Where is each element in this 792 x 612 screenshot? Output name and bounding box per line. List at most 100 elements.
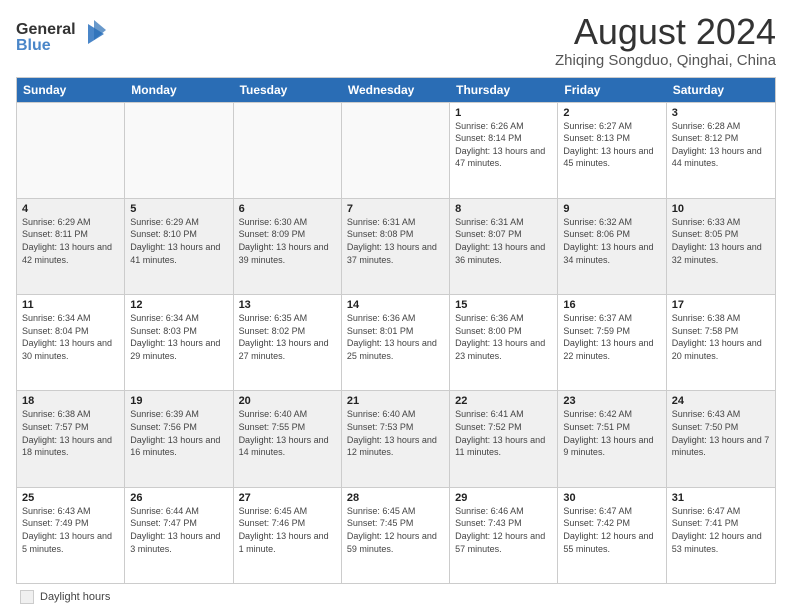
day-number: 16 [563, 299, 660, 311]
day-cell: 2Sunrise: 6:27 AM Sunset: 8:13 PM Daylig… [558, 103, 666, 198]
day-info: Sunrise: 6:37 AM Sunset: 7:59 PM Dayligh… [563, 312, 660, 362]
day-cell [342, 103, 450, 198]
day-number: 3 [672, 107, 770, 119]
day-header-friday: Friday [558, 78, 666, 102]
day-info: Sunrise: 6:39 AM Sunset: 7:56 PM Dayligh… [130, 408, 227, 458]
day-header-thursday: Thursday [450, 78, 558, 102]
day-number: 5 [130, 203, 227, 215]
day-number: 19 [130, 395, 227, 407]
svg-text:General: General [16, 21, 76, 38]
day-number: 15 [455, 299, 552, 311]
day-info: Sunrise: 6:43 AM Sunset: 7:49 PM Dayligh… [22, 505, 119, 555]
day-cell: 12Sunrise: 6:34 AM Sunset: 8:03 PM Dayli… [125, 295, 233, 390]
day-number: 25 [22, 492, 119, 504]
day-info: Sunrise: 6:47 AM Sunset: 7:42 PM Dayligh… [563, 505, 660, 555]
day-number: 26 [130, 492, 227, 504]
day-number: 10 [672, 203, 770, 215]
day-cell: 17Sunrise: 6:38 AM Sunset: 7:58 PM Dayli… [667, 295, 775, 390]
day-number: 29 [455, 492, 552, 504]
day-cell: 8Sunrise: 6:31 AM Sunset: 8:07 PM Daylig… [450, 199, 558, 294]
day-number: 11 [22, 299, 119, 311]
day-number: 24 [672, 395, 770, 407]
day-info: Sunrise: 6:26 AM Sunset: 8:14 PM Dayligh… [455, 120, 552, 170]
day-cell: 10Sunrise: 6:33 AM Sunset: 8:05 PM Dayli… [667, 199, 775, 294]
day-info: Sunrise: 6:45 AM Sunset: 7:46 PM Dayligh… [239, 505, 336, 555]
day-number: 28 [347, 492, 444, 504]
day-info: Sunrise: 6:29 AM Sunset: 8:11 PM Dayligh… [22, 216, 119, 266]
day-info: Sunrise: 6:32 AM Sunset: 8:06 PM Dayligh… [563, 216, 660, 266]
header: General Blue August 2024 Zhiqing Songduo… [16, 12, 776, 69]
day-info: Sunrise: 6:40 AM Sunset: 7:55 PM Dayligh… [239, 408, 336, 458]
day-number: 7 [347, 203, 444, 215]
day-cell: 28Sunrise: 6:45 AM Sunset: 7:45 PM Dayli… [342, 488, 450, 583]
day-info: Sunrise: 6:31 AM Sunset: 8:08 PM Dayligh… [347, 216, 444, 266]
day-info: Sunrise: 6:47 AM Sunset: 7:41 PM Dayligh… [672, 505, 770, 555]
day-cell: 29Sunrise: 6:46 AM Sunset: 7:43 PM Dayli… [450, 488, 558, 583]
day-cell: 13Sunrise: 6:35 AM Sunset: 8:02 PM Dayli… [234, 295, 342, 390]
calendar: SundayMondayTuesdayWednesdayThursdayFrid… [16, 77, 776, 584]
day-info: Sunrise: 6:36 AM Sunset: 8:00 PM Dayligh… [455, 312, 552, 362]
day-info: Sunrise: 6:34 AM Sunset: 8:04 PM Dayligh… [22, 312, 119, 362]
weeks-container: 1Sunrise: 6:26 AM Sunset: 8:14 PM Daylig… [17, 102, 775, 583]
day-number: 12 [130, 299, 227, 311]
day-number: 23 [563, 395, 660, 407]
week-row-5: 25Sunrise: 6:43 AM Sunset: 7:49 PM Dayli… [17, 487, 775, 583]
day-cell: 18Sunrise: 6:38 AM Sunset: 7:57 PM Dayli… [17, 391, 125, 486]
day-number: 1 [455, 107, 552, 119]
day-number: 2 [563, 107, 660, 119]
day-info: Sunrise: 6:28 AM Sunset: 8:12 PM Dayligh… [672, 120, 770, 170]
svg-text:Blue: Blue [16, 37, 51, 54]
day-header-wednesday: Wednesday [342, 78, 450, 102]
day-info: Sunrise: 6:45 AM Sunset: 7:45 PM Dayligh… [347, 505, 444, 555]
day-info: Sunrise: 6:38 AM Sunset: 7:58 PM Dayligh… [672, 312, 770, 362]
day-cell: 26Sunrise: 6:44 AM Sunset: 7:47 PM Dayli… [125, 488, 233, 583]
day-cell: 20Sunrise: 6:40 AM Sunset: 7:55 PM Dayli… [234, 391, 342, 486]
day-cell: 4Sunrise: 6:29 AM Sunset: 8:11 PM Daylig… [17, 199, 125, 294]
week-row-2: 4Sunrise: 6:29 AM Sunset: 8:11 PM Daylig… [17, 198, 775, 294]
day-number: 4 [22, 203, 119, 215]
day-cell: 31Sunrise: 6:47 AM Sunset: 7:41 PM Dayli… [667, 488, 775, 583]
day-cell [125, 103, 233, 198]
day-cell: 23Sunrise: 6:42 AM Sunset: 7:51 PM Dayli… [558, 391, 666, 486]
day-info: Sunrise: 6:46 AM Sunset: 7:43 PM Dayligh… [455, 505, 552, 555]
day-info: Sunrise: 6:31 AM Sunset: 8:07 PM Dayligh… [455, 216, 552, 266]
day-cell: 16Sunrise: 6:37 AM Sunset: 7:59 PM Dayli… [558, 295, 666, 390]
day-header-sunday: Sunday [17, 78, 125, 102]
month-year: August 2024 [555, 12, 776, 52]
footer: Daylight hours [16, 590, 776, 604]
day-number: 14 [347, 299, 444, 311]
day-number: 6 [239, 203, 336, 215]
day-cell: 27Sunrise: 6:45 AM Sunset: 7:46 PM Dayli… [234, 488, 342, 583]
day-cell: 14Sunrise: 6:36 AM Sunset: 8:01 PM Dayli… [342, 295, 450, 390]
day-info: Sunrise: 6:29 AM Sunset: 8:10 PM Dayligh… [130, 216, 227, 266]
day-cell: 7Sunrise: 6:31 AM Sunset: 8:08 PM Daylig… [342, 199, 450, 294]
day-cell: 22Sunrise: 6:41 AM Sunset: 7:52 PM Dayli… [450, 391, 558, 486]
day-number: 22 [455, 395, 552, 407]
day-cell: 30Sunrise: 6:47 AM Sunset: 7:42 PM Dayli… [558, 488, 666, 583]
day-info: Sunrise: 6:30 AM Sunset: 8:09 PM Dayligh… [239, 216, 336, 266]
week-row-1: 1Sunrise: 6:26 AM Sunset: 8:14 PM Daylig… [17, 102, 775, 198]
day-cell: 9Sunrise: 6:32 AM Sunset: 8:06 PM Daylig… [558, 199, 666, 294]
day-info: Sunrise: 6:33 AM Sunset: 8:05 PM Dayligh… [672, 216, 770, 266]
day-header-tuesday: Tuesday [234, 78, 342, 102]
day-cell: 19Sunrise: 6:39 AM Sunset: 7:56 PM Dayli… [125, 391, 233, 486]
day-number: 8 [455, 203, 552, 215]
day-cell: 6Sunrise: 6:30 AM Sunset: 8:09 PM Daylig… [234, 199, 342, 294]
day-info: Sunrise: 6:38 AM Sunset: 7:57 PM Dayligh… [22, 408, 119, 458]
day-cell: 3Sunrise: 6:28 AM Sunset: 8:12 PM Daylig… [667, 103, 775, 198]
logo-svg: General Blue [16, 16, 106, 58]
week-row-4: 18Sunrise: 6:38 AM Sunset: 7:57 PM Dayli… [17, 390, 775, 486]
day-cell: 5Sunrise: 6:29 AM Sunset: 8:10 PM Daylig… [125, 199, 233, 294]
legend-label: Daylight hours [40, 591, 110, 603]
day-header-monday: Monday [125, 78, 233, 102]
week-row-3: 11Sunrise: 6:34 AM Sunset: 8:04 PM Dayli… [17, 294, 775, 390]
day-info: Sunrise: 6:44 AM Sunset: 7:47 PM Dayligh… [130, 505, 227, 555]
day-headers-row: SundayMondayTuesdayWednesdayThursdayFrid… [17, 78, 775, 102]
day-number: 27 [239, 492, 336, 504]
day-info: Sunrise: 6:34 AM Sunset: 8:03 PM Dayligh… [130, 312, 227, 362]
location: Zhiqing Songduo, Qinghai, China [555, 52, 776, 69]
day-info: Sunrise: 6:43 AM Sunset: 7:50 PM Dayligh… [672, 408, 770, 458]
logo: General Blue [16, 16, 106, 63]
day-cell [17, 103, 125, 198]
day-cell: 25Sunrise: 6:43 AM Sunset: 7:49 PM Dayli… [17, 488, 125, 583]
